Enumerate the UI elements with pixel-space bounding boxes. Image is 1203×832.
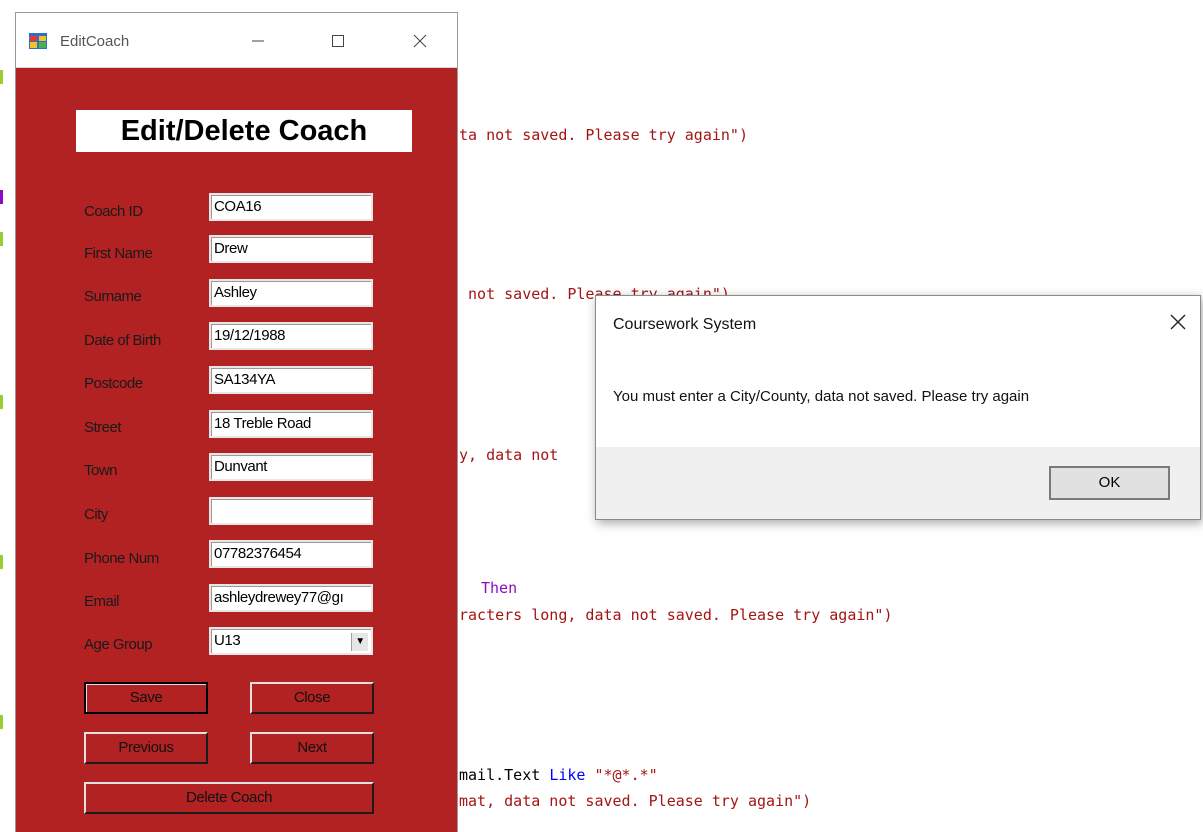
- postcode-field[interactable]: SA134YA: [209, 366, 373, 394]
- gutter-mark: [0, 190, 3, 204]
- code-line: ta not saved. Please try again"): [459, 126, 748, 144]
- dialog-close-button[interactable]: [1170, 310, 1186, 336]
- town-field[interactable]: Dunvant: [209, 453, 373, 481]
- street-field[interactable]: 18 Treble Road: [209, 410, 373, 438]
- label-coach-id: Coach ID: [84, 203, 143, 220]
- code-line: Then: [481, 579, 517, 597]
- close-form-button[interactable]: Close: [250, 682, 374, 714]
- gutter-mark: [0, 70, 3, 84]
- surname-field[interactable]: Ashley: [209, 279, 373, 307]
- ok-button[interactable]: OK: [1049, 466, 1170, 500]
- label-town: Town: [84, 462, 118, 479]
- age-group-value: U13: [214, 632, 241, 649]
- city-field[interactable]: [209, 497, 373, 525]
- app-window-icon: [29, 33, 47, 49]
- label-city: City: [84, 506, 108, 523]
- first-name-field[interactable]: Drew: [209, 235, 373, 263]
- label-date-of-birth: Date of Birth: [84, 332, 161, 349]
- label-email: Email: [84, 593, 120, 610]
- code-keyword: Then: [481, 579, 518, 597]
- maximize-button[interactable]: [316, 24, 360, 60]
- form-heading: Edit/Delete Coach: [76, 110, 412, 152]
- gutter-mark: [0, 395, 3, 409]
- label-street: Street: [84, 419, 122, 436]
- code-string: "*@*.*": [585, 766, 658, 784]
- date-of-birth-field[interactable]: 19/12/1988: [209, 322, 373, 350]
- code-line: racters long, data not saved. Please try…: [459, 606, 893, 624]
- dialog-footer: OK: [596, 447, 1200, 519]
- coach-id-field[interactable]: COA16: [209, 193, 373, 221]
- code-text: mail.Text: [459, 766, 550, 784]
- code-line: y, data not: [459, 446, 559, 464]
- gutter-mark: [0, 715, 3, 729]
- minimize-icon: [252, 40, 264, 42]
- chevron-down-icon[interactable]: ▼: [351, 633, 368, 651]
- code-line: mat, data not saved. Please try again"): [459, 792, 812, 810]
- email-field[interactable]: ashleydrewey77@gı: [209, 584, 373, 612]
- label-surname: Surname: [84, 288, 142, 305]
- title-bar[interactable]: EditCoach: [16, 13, 457, 68]
- edit-coach-window: EditCoach Edit/Delete Coach Coach ID COA…: [16, 13, 457, 832]
- label-postcode: Postcode: [84, 375, 143, 392]
- previous-button[interactable]: Previous: [84, 732, 208, 764]
- close-icon: [413, 34, 427, 48]
- label-phone-num: Phone Num: [84, 550, 159, 567]
- label-first-name: First Name: [84, 245, 153, 262]
- window-title: EditCoach: [60, 33, 130, 50]
- dialog-message: You must enter a City/County, data not s…: [613, 388, 1030, 405]
- save-button[interactable]: Save: [84, 682, 208, 714]
- dialog-title: Coursework System: [613, 316, 757, 333]
- message-dialog: Coursework System You must enter a City/…: [595, 295, 1201, 520]
- close-icon: [1170, 314, 1186, 330]
- gutter-mark: [0, 555, 3, 569]
- code-line: mail.Text Like "*@*.*": [459, 766, 658, 784]
- age-group-select[interactable]: U13 ▼: [209, 627, 373, 655]
- close-button[interactable]: [398, 24, 442, 60]
- label-age-group: Age Group: [84, 636, 153, 653]
- maximize-icon: [332, 35, 344, 47]
- phone-num-field[interactable]: 07782376454: [209, 540, 373, 568]
- code-keyword: Like: [549, 766, 586, 784]
- minimize-button[interactable]: [236, 24, 280, 60]
- gutter-mark: [0, 232, 3, 246]
- next-button[interactable]: Next: [250, 732, 374, 764]
- delete-coach-button[interactable]: Delete Coach: [84, 782, 374, 814]
